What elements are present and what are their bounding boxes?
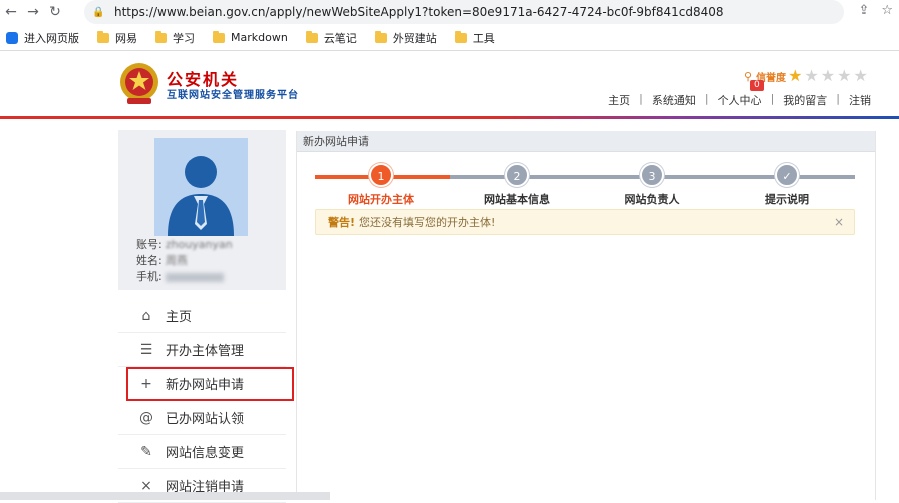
star-icon: ★ (853, 66, 868, 85)
star-icon: ★ (804, 66, 819, 85)
nav-separator: | (704, 92, 709, 105)
sidebar-item-subject-management[interactable]: ☰ 开办主体管理 (118, 333, 286, 367)
profile-account: 账号: zhouyanyan (136, 238, 233, 251)
folder-icon (374, 30, 387, 43)
step-circle: 3 (640, 163, 664, 187)
lock-icon: 🔒 (92, 6, 105, 18)
top-nav: 主页 | 系统通知 | 个人中心 | 我的留言 | 注销 (608, 92, 871, 108)
step-circle: 2 (505, 163, 529, 187)
alert-title: 警告! (328, 216, 356, 229)
profile-phone: 手机: (136, 268, 224, 284)
home-icon: ⌂ (141, 307, 151, 324)
bookmark-item[interactable]: 外贸建站 (374, 30, 437, 46)
folder-icon (97, 30, 109, 43)
name-value: 周燕 (165, 254, 188, 267)
header-divider (0, 116, 899, 119)
url-text[interactable]: https://www.beian.gov.cn/apply/newWebSit… (114, 5, 724, 19)
progress-stepper: 1 网站开办主体 2 网站基本信息 3 网站负责人 ✓ 提示说明 (315, 163, 855, 207)
sidebar-item-claim-site[interactable]: @ 已办网站认领 (118, 401, 286, 435)
main-content: 新办网站申请 1 网站开办主体 2 网站基本信息 3 网站负责人 ✓ 提示说明 … (296, 131, 876, 500)
folder-icon (305, 30, 318, 43)
brand-subtitle: 互联网站安全管理服务平台 (167, 90, 299, 101)
back-icon[interactable]: ← (0, 1, 22, 23)
nav-separator: | (770, 92, 775, 105)
status-bar (0, 492, 330, 500)
step-circle: 1 (369, 163, 393, 187)
sidebar-item-home[interactable]: ⌂ 主页 (118, 299, 286, 333)
star-icon: ★ (788, 66, 803, 85)
police-emblem-icon (120, 63, 158, 104)
phone-redacted (165, 272, 224, 282)
account-value: zhouyanyan (165, 238, 233, 251)
nav-separator: | (836, 92, 840, 105)
check-icon: ✓ (775, 163, 799, 187)
bookmarks-bar: 进入网页版 网易 学习 Markdown 云笔记 外贸建站 工具 (0, 25, 899, 51)
app-icon (6, 31, 18, 44)
at-icon: @ (139, 409, 153, 426)
profile-name: 姓名: 周燕 (136, 254, 188, 267)
site-header: 公安机关 互联网站安全管理服务平台 ⚲ 信誉度 ★ ★ ★ ★ ★ 0 主页 | … (0, 52, 899, 116)
browser-toolbar: ← → ↻ 🔒 https://www.beian.gov.cn/apply/n… (0, 0, 899, 24)
bookmark-star-icon[interactable]: ☆ (881, 3, 893, 18)
step-subject: 1 网站开办主体 (321, 163, 441, 207)
folder-icon (213, 30, 225, 43)
bookmark-item[interactable]: 进入网页版 (6, 30, 79, 46)
bookmark-item[interactable]: 学习 (155, 30, 195, 46)
bookmark-item[interactable]: 网易 (97, 30, 137, 46)
profile-card: 账号: zhouyanyan 姓名: 周燕 手机: (118, 130, 286, 290)
plus-icon: + (140, 375, 152, 392)
alert-message: 您还没有填写您的开办主体! (359, 216, 496, 229)
nav-home[interactable]: 主页 (608, 92, 630, 108)
nav-separator: | (639, 92, 643, 105)
edit-icon: ✎ (140, 443, 152, 460)
page-title: 新办网站申请 (297, 131, 875, 152)
step-label: 提示说明 (765, 193, 809, 206)
bookmark-item[interactable]: 云笔记 (305, 30, 357, 46)
sidebar-menu: ⌂ 主页 ☰ 开办主体管理 + 新办网站申请 @ 已办网站认领 ✎ 网站信息变更 × 网站注… (118, 299, 294, 503)
nav-notifications[interactable]: 系统通知 (652, 92, 696, 108)
list-icon: ☰ (139, 341, 153, 358)
step-label: 网站负责人 (624, 193, 680, 206)
sidebar-item-new-site-apply[interactable]: + 新办网站申请 (126, 367, 294, 401)
folder-icon (454, 30, 467, 43)
sidebar-item-site-change[interactable]: ✎ 网站信息变更 (118, 435, 286, 469)
forward-icon[interactable]: → (22, 1, 44, 23)
bookmark-item[interactable]: Markdown (213, 30, 288, 44)
reload-icon[interactable]: ↻ (44, 1, 66, 23)
folder-icon (155, 30, 167, 43)
step-label: 网站基本信息 (484, 193, 550, 206)
bookmark-item[interactable]: 工具 (454, 30, 495, 46)
avatar (154, 138, 248, 236)
warning-alert: 警告! 您还没有填写您的开办主体! × (315, 209, 855, 235)
star-icon: ★ (837, 66, 852, 85)
star-icon: ★ (820, 66, 836, 85)
nav-logout[interactable]: 注销 (849, 92, 871, 108)
step-instructions: ✓ 提示说明 (727, 163, 847, 207)
credit-badge: 0 (750, 80, 764, 91)
address-bar[interactable]: 🔒 https://www.beian.gov.cn/apply/newWebS… (84, 0, 844, 24)
close-icon[interactable]: × (834, 215, 844, 229)
nav-my-messages[interactable]: 我的留言 (783, 92, 827, 108)
step-site-owner: 3 网站负责人 (592, 163, 712, 207)
step-basic-info: 2 网站基本信息 (457, 163, 577, 207)
step-label: 网站开办主体 (348, 193, 414, 206)
nav-personal-center[interactable]: 个人中心 (718, 92, 762, 108)
share-icon[interactable]: ⇪ (858, 3, 869, 18)
